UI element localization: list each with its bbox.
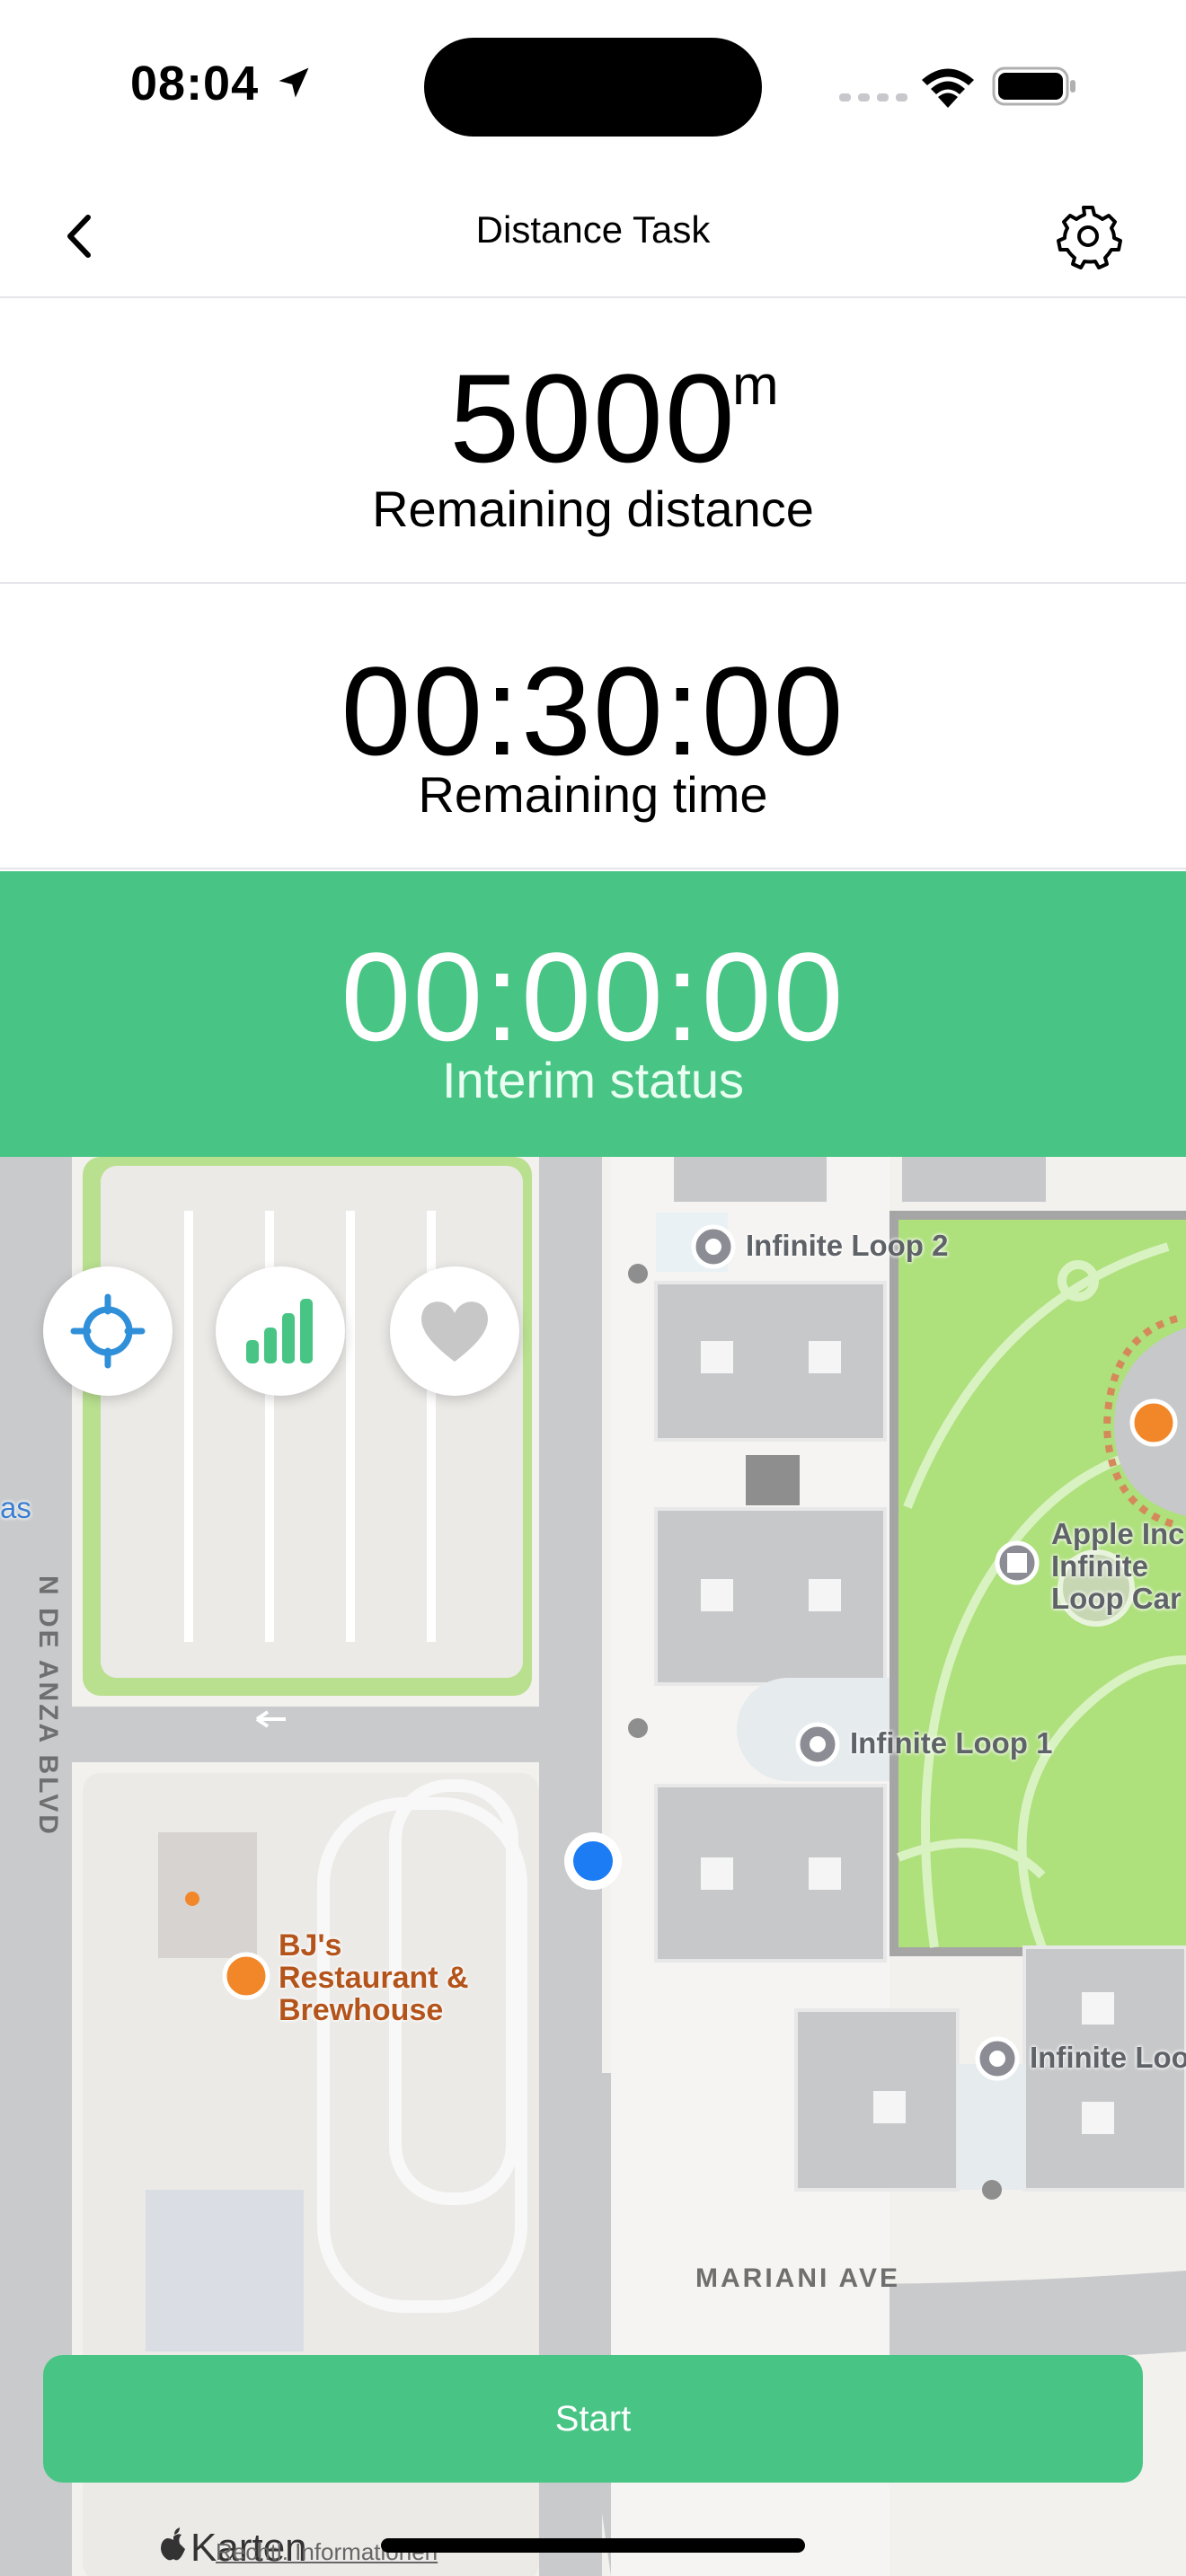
battery-icon: [992, 66, 1075, 106]
poi-label[interactable]: Infinite: [1051, 1550, 1148, 1583]
interim-value: 00:00:00: [341, 926, 845, 1067]
start-button[interactable]: Start: [43, 2355, 1143, 2483]
crosshair-icon: [70, 1293, 146, 1369]
status-time: 08:04: [130, 57, 260, 110]
interim-label: Interim status: [441, 1052, 745, 1108]
poi-label[interactable]: Loop Car: [1051, 1583, 1182, 1615]
navigation-bar: Distance Task: [0, 171, 1186, 298]
dynamic-island: [424, 38, 762, 137]
poi-label: as: [0, 1491, 31, 1524]
apple-logo-icon: [161, 2527, 185, 2561]
locate-button[interactable]: [43, 1266, 173, 1396]
time-label: Remaining time: [418, 766, 768, 823]
remaining-distance-panel: 5000 m Remaining distance: [0, 300, 1186, 584]
distance-unit: m: [732, 355, 779, 417]
page-title: Distance Task: [475, 208, 711, 251]
poi-label[interactable]: Infinite Loop 1: [850, 1726, 1052, 1760]
location-arrow-icon: [279, 67, 309, 98]
gps-signal-button[interactable]: [216, 1266, 345, 1396]
street-label: N DE ANZA BLVD: [33, 1575, 63, 1837]
street-label: MARIANI AVE: [695, 2263, 900, 2293]
time-value: 00:30:00: [341, 640, 845, 781]
poi-label[interactable]: Infinite Loo: [1030, 2041, 1186, 2075]
signal-bars-icon: [246, 1299, 313, 1363]
heart-icon: [421, 1301, 488, 1362]
interim-status-panel: 00:00:00 Interim status: [0, 871, 1186, 1157]
gear-icon[interactable]: [1051, 199, 1125, 273]
remaining-time-panel: 00:30:00 Remaining time: [0, 586, 1186, 869]
cellular-signal-icon: [839, 93, 907, 101]
restaurant-label[interactable]: BJ's Restaurant & Brewhouse: [279, 1929, 469, 2026]
status-bar: 08:04: [0, 0, 1186, 171]
favorite-button[interactable]: [390, 1266, 519, 1396]
poi-label[interactable]: Infinite Loop 2: [746, 1229, 948, 1263]
home-indicator: [381, 2538, 805, 2553]
wifi-icon: [922, 68, 974, 108]
distance-value: 5000: [449, 348, 737, 489]
poi-label[interactable]: Apple Inc: [1051, 1518, 1185, 1550]
distance-label: Remaining distance: [372, 481, 814, 537]
